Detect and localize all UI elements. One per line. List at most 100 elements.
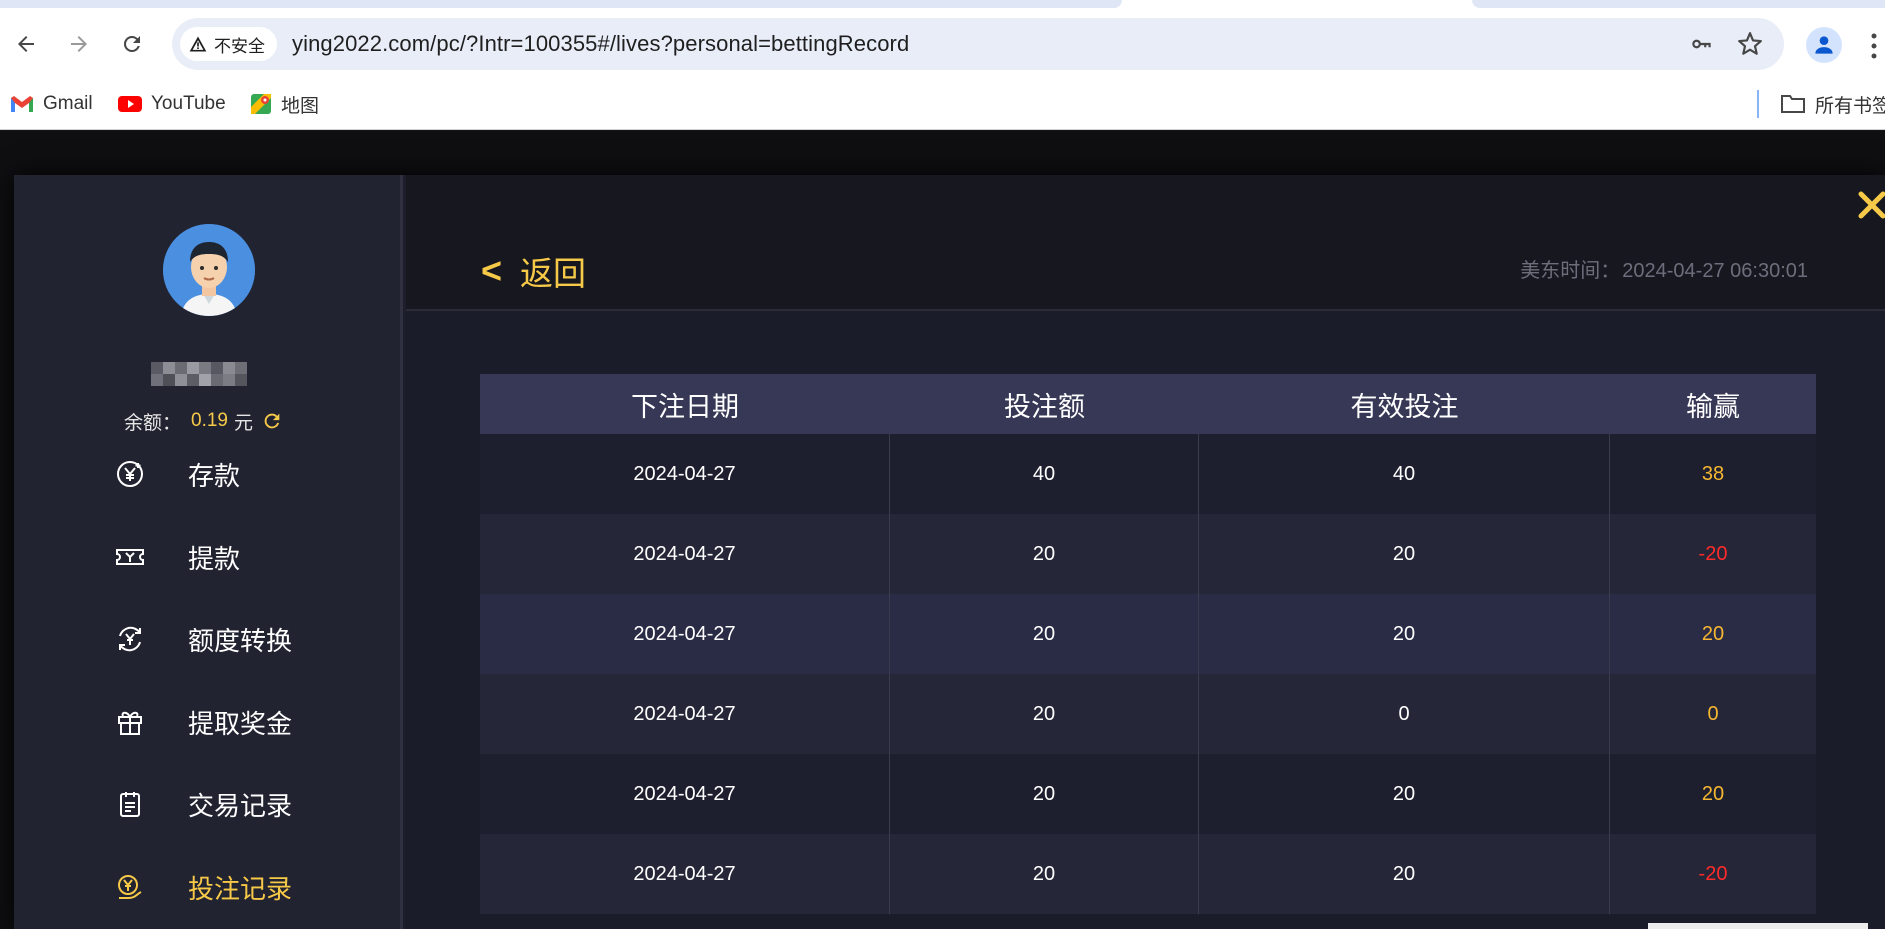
sidebar-item-transfer[interactable]: 额度转换	[114, 619, 292, 659]
sidebar-item-transactions[interactable]: 交易记录	[114, 784, 292, 824]
cell-amount: 20	[890, 674, 1199, 754]
transfer-icon	[114, 623, 146, 655]
sidebar-item-label: 存款	[188, 460, 241, 491]
address-bar[interactable]: 不安全 ying2022.com/pc/?Intr=100355#/lives?…	[172, 18, 1784, 70]
reload-icon[interactable]	[112, 24, 152, 64]
personal-center-modal: 余额： 0.19 元 存款 提款 额度转换 提取奖金 交易记录 投注记录 < 返…	[14, 175, 1885, 929]
bookmark-star-icon[interactable]	[1736, 30, 1764, 58]
table-row: 2024-04-27 20 20 20	[480, 754, 1816, 834]
cell-date: 2024-04-27	[480, 754, 890, 834]
security-chip[interactable]: 不安全	[180, 27, 277, 61]
table-row: 2024-04-27 20 0 0	[480, 674, 1816, 754]
blurred-top-bar	[0, 131, 1885, 175]
profile-avatar-icon[interactable]	[1806, 27, 1842, 63]
bookmark-maps[interactable]: 地图	[250, 78, 319, 130]
sidebar-item-bonus[interactable]: 提取奖金	[114, 702, 292, 742]
sidebar-item-label: 交易记录	[188, 790, 293, 821]
inactive-tab-right[interactable]	[1472, 0, 1885, 8]
cell-date: 2024-04-27	[480, 514, 890, 594]
bookmarks-separator	[1757, 90, 1759, 118]
back-arrow-icon[interactable]	[6, 24, 46, 64]
user-avatar-icon	[163, 224, 255, 316]
cell-date: 2024-04-27	[480, 834, 890, 914]
cell-win-loss: -20	[1698, 862, 1728, 885]
menu-kebab-icon[interactable]	[1870, 32, 1878, 60]
column-header-win-loss: 输赢	[1686, 391, 1740, 422]
cell-win-loss: 20	[1701, 622, 1725, 645]
all-bookmarks[interactable]: 所有书签	[1780, 78, 1885, 130]
page: 余额： 0.19 元 存款 提款 额度转换 提取奖金 交易记录 投注记录 < 返…	[0, 131, 1885, 929]
cell-valid-bet: 20	[1199, 514, 1610, 594]
warning-icon	[189, 36, 207, 52]
column-header-valid-bet: 有效投注	[1350, 391, 1459, 422]
table-row: 2024-04-27 40 40 38	[480, 434, 1816, 514]
avatar	[163, 224, 255, 316]
us-east-time: 美东时间： 2024-04-27 06:30:01	[1520, 254, 1808, 283]
table-row: 2024-04-27 20 20 20	[480, 594, 1816, 674]
bookmarks-bar: Gmail YouTube 地图 所有书签	[0, 78, 1885, 130]
bookmark-label: Gmail	[43, 93, 93, 114]
cell-valid-bet: 20	[1199, 594, 1610, 674]
cell-amount: 20	[890, 514, 1199, 594]
close-icon[interactable]	[1857, 190, 1885, 220]
withdraw-icon	[114, 541, 146, 573]
gift-icon	[114, 706, 146, 738]
cell-date: 2024-04-27	[480, 674, 890, 754]
column-header-date: 下注日期	[631, 391, 739, 422]
bookmark-gmail[interactable]: Gmail	[10, 78, 93, 130]
sidebar-item-label: 额度转换	[188, 625, 293, 656]
bookmark-label: YouTube	[151, 93, 226, 114]
table-header: 下注日期 投注额 有效投注 输赢	[480, 374, 1816, 434]
main-content: < 返回 美东时间： 2024-04-27 06:30:01 下注日期 投注额 有…	[406, 175, 1885, 929]
cell-win-loss: -20	[1698, 542, 1728, 565]
cell-date: 2024-04-27	[480, 434, 890, 514]
sidebar-item-deposit[interactable]: 存款	[114, 454, 240, 494]
cell-date: 2024-04-27	[480, 594, 890, 674]
sidebar-item-label: 提取奖金	[188, 708, 293, 739]
bookmark-label: 地图	[281, 95, 320, 117]
forward-arrow-icon[interactable]	[59, 24, 99, 64]
browser-toolbar: 不安全 ying2022.com/pc/?Intr=100355#/lives?…	[0, 10, 1885, 78]
cell-amount: 20	[890, 594, 1199, 674]
cell-win-loss: 20	[1701, 782, 1725, 805]
balance-value: 0.19	[191, 410, 228, 431]
sidebar-item-withdraw[interactable]: 提款	[114, 537, 240, 577]
inactive-tab-left[interactable]	[0, 0, 1122, 8]
floating-widget-edge[interactable]	[1648, 923, 1868, 929]
east-time-label: 美东时间：	[1520, 260, 1621, 282]
cell-amount: 20	[890, 834, 1199, 914]
cell-valid-bet: 20	[1199, 834, 1610, 914]
bookmark-youtube[interactable]: YouTube	[118, 78, 226, 130]
folder-icon	[1781, 95, 1805, 113]
tab-strip	[0, 0, 1885, 10]
table-row: 2024-04-27 20 20 -20	[480, 834, 1816, 914]
cell-amount: 20	[890, 754, 1199, 834]
username-pixelated	[151, 360, 271, 388]
sidebar-item-label: 提款	[188, 543, 241, 574]
east-time-value: 2024-04-27 06:30:01	[1622, 260, 1808, 282]
column-header-amount: 投注额	[1004, 391, 1085, 422]
url-text[interactable]: ying2022.com/pc/?Intr=100355#/lives?pers…	[292, 18, 909, 70]
cell-win-loss: 0	[1707, 702, 1719, 725]
maps-icon	[251, 94, 271, 114]
back-button[interactable]: < 返回	[481, 249, 586, 293]
refresh-icon[interactable]	[261, 410, 283, 432]
table-row: 2024-04-27 20 20 -20	[480, 514, 1816, 594]
back-label: 返回	[520, 255, 587, 292]
chevron-left-icon: <	[481, 250, 503, 291]
gmail-icon	[11, 96, 33, 112]
balance-row: 余额： 0.19 元	[124, 408, 283, 434]
betting-record-table: 下注日期 投注额 有效投注 输赢 2024-04-27 40 40 38 202…	[480, 374, 1816, 914]
youtube-icon	[118, 96, 142, 112]
sidebar-item-bet-records[interactable]: 投注记录	[114, 867, 292, 907]
deposit-icon	[114, 458, 146, 490]
cell-valid-bet: 40	[1199, 434, 1610, 514]
password-key-icon[interactable]	[1688, 30, 1716, 58]
content-header: < 返回 美东时间： 2024-04-27 06:30:01	[406, 175, 1885, 311]
balance-unit: 元	[234, 412, 254, 434]
cell-valid-bet: 0	[1199, 674, 1610, 754]
bet-record-icon	[114, 871, 146, 903]
all-bookmarks-label: 所有书签	[1815, 95, 1885, 117]
clipboard-icon	[114, 788, 146, 820]
balance-label: 余额：	[124, 412, 182, 434]
